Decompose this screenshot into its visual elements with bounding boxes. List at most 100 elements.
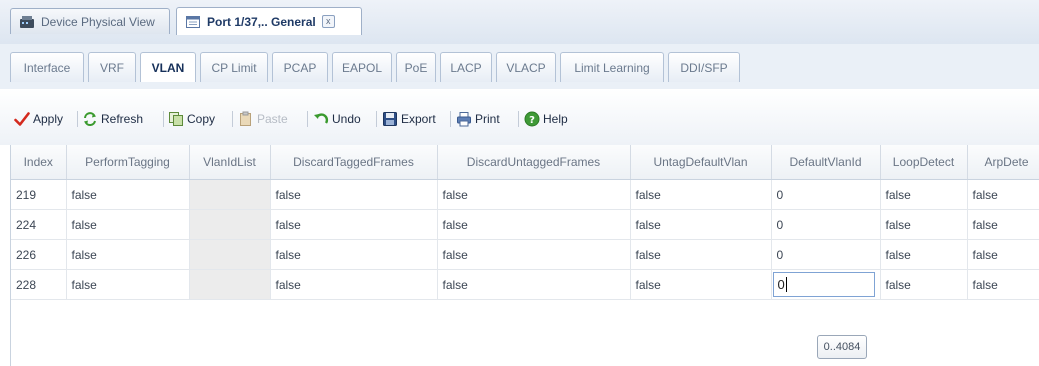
cell-loop-detect[interactable]: false — [880, 269, 968, 300]
cell-index: 228 — [11, 269, 67, 300]
cell-arp-detect[interactable]: false — [967, 179, 1039, 210]
tab-label: Port 1/37,.. General — [207, 14, 316, 29]
refresh-button[interactable]: Refresh — [82, 109, 143, 129]
cell-vlan-id-list[interactable] — [189, 209, 271, 240]
toolbar-divider — [77, 111, 78, 127]
export-button[interactable]: Export — [382, 109, 436, 129]
tab-device-physical-view[interactable]: Device Physical View — [10, 8, 170, 34]
vlan-grid: Index PerformTagging VlanIdList DiscardT… — [10, 145, 1039, 366]
help-button[interactable]: ? Help — [524, 109, 568, 129]
cell-discard-tagged-frames[interactable]: false — [270, 179, 438, 210]
table-row[interactable]: 219 false false false false 0 false fals… — [11, 179, 1039, 210]
cell-discard-tagged-frames[interactable]: false — [270, 209, 438, 240]
export-label: Export — [401, 112, 436, 126]
table-row[interactable]: 226 false false false false 0 false fals… — [11, 239, 1039, 270]
cell-discard-untagged-frames[interactable]: false — [437, 179, 631, 210]
column-header-default-vlan-id[interactable]: DefaultVlanId — [771, 145, 881, 180]
cell-perform-tagging[interactable]: false — [66, 179, 190, 210]
tab-vlan[interactable]: VLAN — [140, 52, 196, 82]
range-tooltip: 0..4084 — [817, 335, 867, 359]
column-header-untag-default-vlan[interactable]: UntagDefaultVlan — [630, 145, 772, 180]
sub-tab-bar: Interface VRF VLAN CP Limit PCAP EAPOL P… — [0, 44, 1039, 90]
default-vlan-id-editor[interactable]: 0 — [772, 272, 875, 297]
table-row[interactable]: 224 false false false false 0 false fals… — [11, 209, 1039, 240]
tab-pcap[interactable]: PCAP — [272, 52, 328, 82]
copy-label: Copy — [187, 112, 216, 126]
toolbar-divider — [307, 111, 308, 127]
cell-index: 224 — [11, 209, 67, 240]
tab-eapol[interactable]: EAPOL — [332, 52, 392, 82]
cell-discard-untagged-frames[interactable]: false — [437, 209, 631, 240]
cell-vlan-id-list[interactable] — [189, 269, 271, 300]
tab-poe[interactable]: PoE — [396, 52, 436, 82]
cell-untag-default-vlan[interactable]: false — [630, 209, 772, 240]
tab-vrf[interactable]: VRF — [88, 52, 136, 82]
cell-perform-tagging[interactable]: false — [66, 269, 190, 300]
table-row[interactable]: 228 false false false false 0 false fals… — [11, 269, 1039, 300]
cell-arp-detect[interactable]: false — [967, 209, 1039, 240]
editor-value: 0 — [777, 277, 785, 292]
checkmark-icon — [14, 111, 30, 127]
floppy-disk-icon — [382, 111, 398, 127]
apply-button[interactable]: Apply — [14, 109, 63, 129]
column-header-perform-tagging[interactable]: PerformTagging — [66, 145, 190, 180]
cell-default-vlan-id[interactable]: 0 — [771, 269, 881, 300]
cell-discard-untagged-frames[interactable]: false — [437, 269, 631, 300]
undo-button[interactable]: Undo — [313, 109, 361, 129]
copy-button[interactable]: Copy — [168, 109, 215, 129]
tab-limit-learning[interactable]: Limit Learning — [560, 52, 664, 82]
cell-default-vlan-id[interactable]: 0 — [771, 179, 881, 210]
undo-label: Undo — [332, 112, 361, 126]
help-icon: ? — [524, 111, 540, 127]
tab-ddi-sfp[interactable]: DDI/SFP — [668, 52, 740, 82]
apply-label: Apply — [33, 112, 64, 126]
cell-arp-detect[interactable]: false — [967, 269, 1039, 300]
print-button[interactable]: Print — [456, 109, 500, 129]
window-icon — [185, 14, 201, 30]
cell-arp-detect[interactable]: false — [967, 239, 1039, 270]
cell-vlan-id-list[interactable] — [189, 239, 271, 270]
refresh-icon — [82, 111, 98, 127]
tab-lacp[interactable]: LACP — [440, 52, 492, 82]
toolbar-divider — [376, 111, 377, 127]
close-tab-icon[interactable]: x — [321, 15, 335, 28]
cell-loop-detect[interactable]: false — [880, 239, 968, 270]
column-header-loop-detect[interactable]: LoopDetect — [880, 145, 968, 180]
column-header-discard-tagged-frames[interactable]: DiscardTaggedFrames — [270, 145, 438, 180]
document-tab-bar: Device Physical View Port 1/37,.. Genera… — [0, 0, 1039, 45]
refresh-label: Refresh — [101, 112, 144, 126]
cell-untag-default-vlan[interactable]: false — [630, 179, 772, 210]
column-header-vlan-id-list[interactable]: VlanIdList — [189, 145, 271, 180]
tab-interface[interactable]: Interface — [10, 52, 84, 82]
cell-perform-tagging[interactable]: false — [66, 239, 190, 270]
cell-default-vlan-id[interactable]: 0 — [771, 209, 881, 240]
vlan-table: Index PerformTagging VlanIdList DiscardT… — [11, 145, 1039, 300]
print-label: Print — [475, 112, 500, 126]
cell-untag-default-vlan[interactable]: false — [630, 239, 772, 270]
column-header-discard-untagged-frames[interactable]: DiscardUntaggedFrames — [437, 145, 631, 180]
undo-icon — [313, 111, 329, 127]
help-label: Help — [543, 112, 568, 126]
cell-vlan-id-list[interactable] — [189, 179, 271, 210]
printer-icon — [456, 111, 472, 127]
svg-text:?: ? — [529, 115, 535, 126]
column-header-index[interactable]: Index — [11, 145, 67, 180]
paste-button[interactable]: Paste — [238, 109, 288, 129]
cell-discard-tagged-frames[interactable]: false — [270, 269, 438, 300]
column-header-arp-detect[interactable]: ArpDete — [967, 145, 1039, 180]
cell-loop-detect[interactable]: false — [880, 179, 968, 210]
toolbar: Apply Refresh Copy Paste Undo Export Pri… — [0, 89, 1039, 145]
table-header-row: Index PerformTagging VlanIdList DiscardT… — [11, 145, 1039, 180]
paste-label: Paste — [257, 112, 288, 126]
tab-label: Device Physical View — [41, 14, 155, 29]
cell-perform-tagging[interactable]: false — [66, 209, 190, 240]
tab-cp-limit[interactable]: CP Limit — [200, 52, 268, 82]
cell-untag-default-vlan[interactable]: false — [630, 269, 772, 300]
cell-discard-untagged-frames[interactable]: false — [437, 239, 631, 270]
cell-default-vlan-id[interactable]: 0 — [771, 239, 881, 270]
tab-vlacp[interactable]: VLACP — [496, 52, 556, 82]
cell-loop-detect[interactable]: false — [880, 209, 968, 240]
toolbar-divider — [232, 111, 233, 127]
cell-discard-tagged-frames[interactable]: false — [270, 239, 438, 270]
tab-port-general[interactable]: Port 1/37,.. General x — [176, 7, 362, 35]
